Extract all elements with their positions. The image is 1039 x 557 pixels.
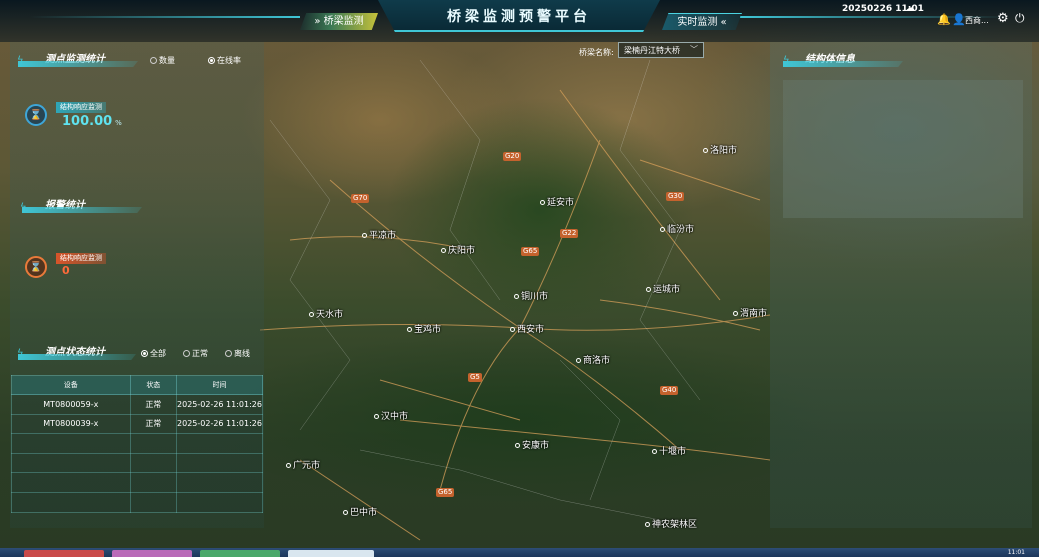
section-underline	[783, 61, 903, 67]
table-row	[11, 433, 263, 454]
alarm-type-tag: 结构响应监测	[56, 253, 106, 264]
empty-cell	[176, 472, 263, 493]
empty-cell	[11, 452, 131, 474]
structure-info-content	[783, 80, 1023, 218]
time-cell: 2025-02-26 11:01:26	[176, 413, 263, 435]
device-cell: MT0800059-x	[11, 394, 131, 415]
taskbar-clock: 11:01	[1007, 549, 1025, 556]
road-shield: G65	[521, 247, 540, 256]
empty-cell	[129, 452, 178, 474]
road-shield: G30	[666, 192, 685, 201]
taskbar-app-button[interactable]	[112, 550, 192, 557]
road-shield: G5	[468, 373, 482, 382]
hourglass-icon: ⌛	[25, 104, 47, 126]
table-header-row: 设备 状态 时间	[11, 375, 263, 395]
radio-count[interactable]: 数量	[150, 55, 175, 66]
device-status-table: 设备 状态 时间 MT0800059-x 正常 2025-02-26 11:01…	[11, 375, 263, 513]
city-label: 临汾市	[660, 222, 694, 235]
column-header-status: 状态	[129, 375, 178, 395]
city-label: 运城市	[646, 282, 680, 295]
page-title: 桥梁监测预警平台	[447, 9, 591, 25]
city-label: 广元市	[286, 458, 320, 471]
section-underline	[22, 207, 142, 213]
empty-cell	[176, 452, 263, 474]
city-label: 渭南市	[733, 306, 767, 319]
empty-cell	[129, 433, 178, 454]
empty-cell	[129, 491, 178, 513]
column-header-time: 时间	[176, 375, 263, 395]
table-row	[11, 472, 263, 493]
status-cell: 正常	[129, 394, 178, 415]
nav-realtime-monitoring[interactable]: 实时监测 «	[662, 13, 742, 30]
user-icon[interactable]: 👤	[952, 13, 966, 26]
city-label: 汉中市	[374, 409, 408, 422]
chevron-down-icon: ﹀	[690, 45, 698, 54]
table-row[interactable]: MT0800039-x 正常 2025-02-26 11:01:26	[11, 413, 263, 435]
username[interactable]: 西商...	[965, 15, 989, 26]
taskbar-app-button[interactable]	[24, 550, 104, 557]
radio-offline[interactable]: 离线	[225, 348, 250, 359]
time-cell: 2025-02-26 11:01:26	[176, 394, 263, 415]
empty-cell	[11, 491, 131, 513]
city-label: 商洛市	[576, 353, 610, 366]
table-row[interactable]: MT0800059-x 正常 2025-02-26 11:01:26	[11, 394, 263, 415]
empty-cell	[176, 491, 263, 513]
road-shield: G40	[660, 386, 679, 395]
city-label: 铜川市	[514, 289, 548, 302]
section-underline	[18, 354, 136, 360]
road-shield: G22	[560, 229, 579, 238]
city-label: 延安市	[540, 195, 574, 208]
bell-icon[interactable]: 🔔	[937, 13, 951, 26]
city-label: 神农架林区	[645, 517, 697, 530]
monitor-type-tag: 结构响应监测	[56, 102, 106, 113]
alarm-count-value: 0	[62, 264, 70, 277]
bridge-name-label: 桥梁名称:	[579, 48, 614, 57]
header-status-area: 20250226 11:01 ☁ 🔔 👤 西商... ⚙ ⏻	[839, 2, 1039, 38]
device-cell: MT0800039-x	[11, 413, 131, 435]
road-shield: G70	[351, 194, 370, 203]
city-label: 巴中市	[343, 505, 377, 518]
empty-cell	[176, 433, 263, 454]
online-rate-value: 100.00%	[62, 114, 122, 129]
city-label: 天水市	[309, 307, 343, 320]
radio-online-rate[interactable]: 在线率	[208, 55, 241, 66]
city-label: 宝鸡市	[407, 322, 441, 335]
city-label: 洛阳市	[703, 143, 737, 156]
power-icon[interactable]: ⏻	[1015, 11, 1025, 26]
city-label: 十堰市	[652, 444, 686, 457]
road-shield: G65	[436, 488, 455, 497]
empty-cell	[129, 472, 178, 493]
nav-bridge-monitoring[interactable]: » 桥梁监测	[300, 13, 378, 30]
header-bar: 桥梁监测预警平台 » 桥梁监测 实时监测 « 20250226 11:01 ☁ …	[0, 0, 1039, 42]
radio-normal[interactable]: 正常	[183, 348, 208, 359]
road-shield: G20	[503, 152, 522, 161]
bridge-name-select[interactable]: 梁楠丹江特大桥 ﹀	[618, 42, 704, 58]
empty-cell	[11, 433, 131, 454]
gear-icon[interactable]: ⚙	[997, 11, 1009, 26]
taskbar-app-button[interactable]	[200, 550, 280, 557]
table-row	[11, 491, 263, 513]
empty-cell	[11, 472, 131, 493]
column-header-device: 设备	[11, 375, 131, 395]
status-cell: 正常	[129, 413, 178, 435]
city-label: 安康市	[515, 438, 549, 451]
radio-all[interactable]: 全部	[141, 348, 166, 359]
header-decoration	[30, 16, 300, 18]
cloud-icon: ☁	[905, 3, 915, 14]
taskbar-app-button[interactable]	[288, 550, 374, 557]
section-underline	[18, 61, 138, 67]
hourglass-icon: ⌛	[25, 256, 47, 278]
city-label: 西安市	[510, 322, 544, 335]
table-row	[11, 452, 263, 474]
city-label: 平凉市	[362, 228, 396, 241]
city-label: 庆阳市	[441, 243, 475, 256]
